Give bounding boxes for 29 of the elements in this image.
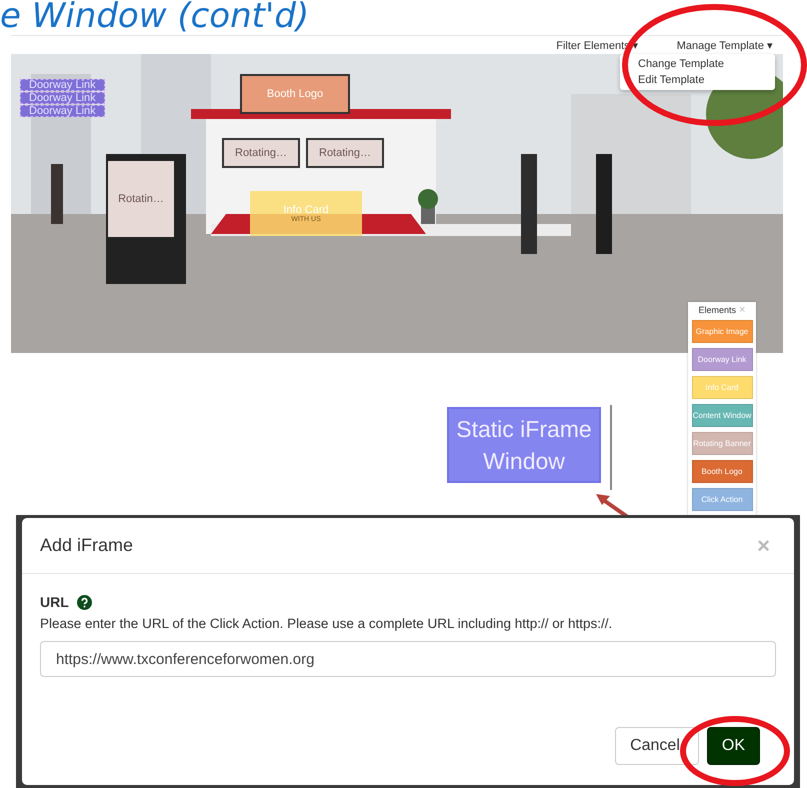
panel-title: Elements	[698, 305, 736, 315]
element-button[interactable]: Click Action	[692, 488, 752, 511]
url-input-field[interactable]: https://www.txconferenceforwomen.org	[40, 641, 776, 677]
help-icon[interactable]	[76, 594, 92, 610]
doorway-link-element[interactable]: Doorway Link	[20, 105, 105, 117]
close-button[interactable]: ×	[751, 532, 776, 560]
element-button[interactable]: Booth Logo	[692, 460, 752, 483]
element-button[interactable]: Doorway Link	[692, 348, 752, 371]
doorway-link-element[interactable]: Doorway Link	[20, 92, 105, 104]
ok-button[interactable]: OK	[706, 727, 760, 765]
slide-title: e Window (cont'd)	[0, 0, 310, 36]
close-button[interactable]: ×	[739, 305, 746, 315]
manage-template-menu[interactable]: Manage Template ▾	[674, 38, 775, 52]
rotating-banner-element[interactable]: Rotatin…	[108, 161, 174, 237]
url-hint: Please enter the URL of the Click Action. Please use a complete URL including http:// or https://.	[40, 616, 614, 631]
dialog-title: Add iFrame	[40, 535, 134, 556]
doorway-link-element[interactable]: Doorway Link	[20, 79, 105, 91]
url-label: URL	[40, 594, 69, 610]
element-button[interactable]: Rotating Banner	[692, 432, 752, 455]
rotating-banner-element[interactable]: Rotating…	[222, 138, 300, 168]
dropdown-item[interactable]: Change Template	[620, 56, 775, 72]
static-iframe-element[interactable]: Static iFrame Window	[447, 407, 601, 483]
booth-logo-element[interactable]: Booth Logo	[240, 74, 350, 114]
rotating-banner-element[interactable]: Rotating…	[306, 138, 384, 168]
cancel-button[interactable]: Cancel	[615, 727, 699, 765]
info-card-title: Info Card	[283, 204, 329, 216]
element-button[interactable]: Graphic Image	[692, 320, 752, 343]
element-button[interactable]: Content Window	[692, 404, 752, 427]
dropdown-item[interactable]: Edit Template	[620, 72, 775, 88]
